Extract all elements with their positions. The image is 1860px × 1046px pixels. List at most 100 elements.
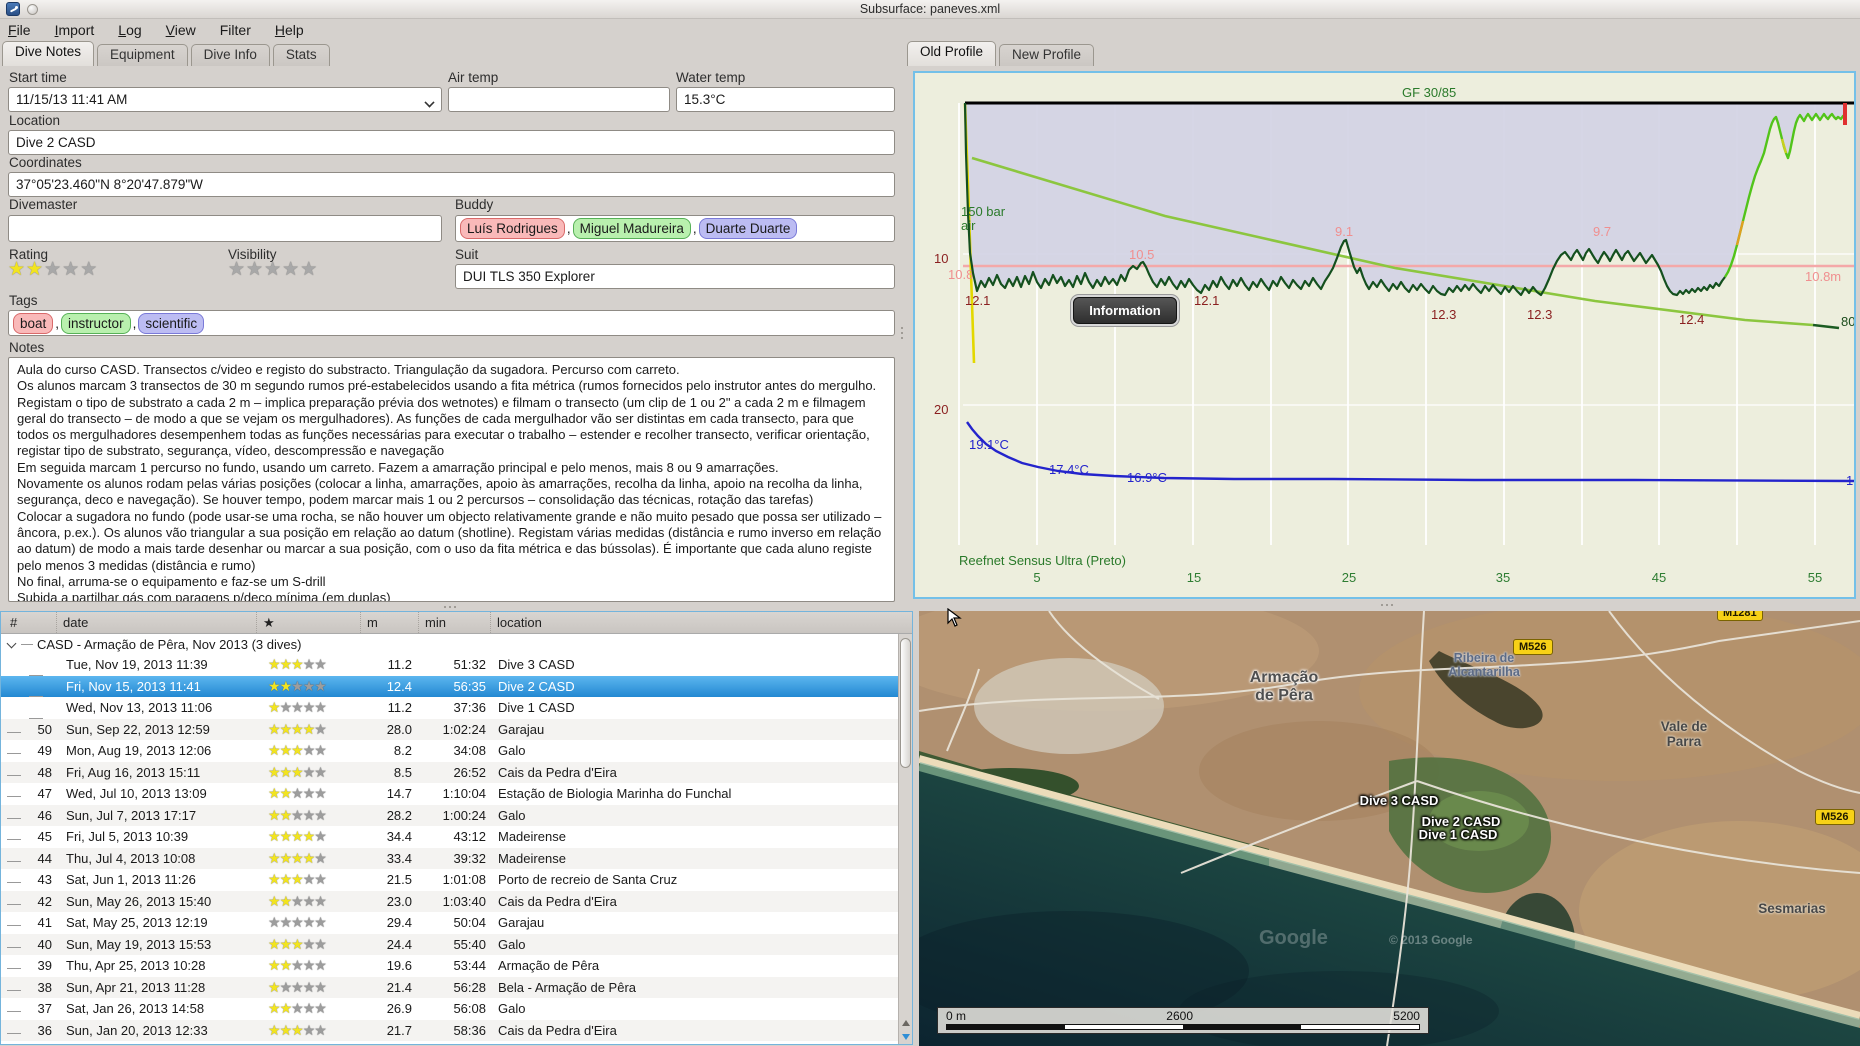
svg-text:5: 5 [1033,570,1040,585]
start-time-select[interactable]: 11/15/13 11:41 AM [8,87,442,112]
map-marker-dive-3[interactable]: Dive 3 CASD [1339,793,1459,808]
dive-list-scrollbar[interactable] [898,634,912,1044]
star-icon[interactable]: ★ [80,259,98,280]
map-watermark: Google [1259,927,1328,949]
map-marker-dive-1[interactable]: Dive 1 CASD [1398,827,1518,842]
tab-dive-info[interactable]: Dive Info [190,44,270,66]
notes-textarea[interactable]: Aula do curso CASD. Transectos c/video e… [8,357,895,602]
dive-row[interactable]: 42 Sun, May 26, 2013 15:40 ★★★★★ 23.0 1:03:4… [1,890,898,912]
svg-text:16: 16 [1846,473,1854,488]
scroll-down-button[interactable] [899,1030,912,1044]
col-header-location[interactable]: location [490,612,912,633]
tab-new-profile[interactable]: New Profile [999,44,1095,66]
col-header-depth[interactable]: m [360,612,418,633]
svg-text:25: 25 [1342,570,1356,585]
dive-row[interactable]: 43 Sat, Jun 1, 2013 11:26 ★★★★★ 21.5 1:01:08… [1,869,898,891]
dive-row[interactable]: 48 Fri, Aug 16, 2013 15:11 ★★★★★ 8.5 26:52 Ca… [1,761,898,783]
star-icon[interactable]: ★ [264,259,282,280]
profile-chart-svg: GF 30/85150 barair8010.8m10.8102012.112.… [934,85,1854,585]
splitter-handle[interactable] [898,66,906,600]
dive-row[interactable]: 39 Thu, Apr 25, 2013 10:28 ★★★★★ 19.6 53:44 A… [1,955,898,977]
col-header-rating[interactable]: ★ [256,612,360,633]
dive-row[interactable]: Wed, Nov 13, 2013 11:06 ★★★★★ 11.2 37:36 Div… [1,697,898,719]
tags-input[interactable]: boat, instructor, scientific [8,310,895,336]
scroll-up-button[interactable] [899,1016,912,1030]
scrollbar-thumb[interactable] [900,638,911,768]
dive-row[interactable]: 41 Sat, May 25, 2013 12:19 ★★★★★ 29.4 50:04 G… [1,912,898,934]
dive-row[interactable]: 37 Sat, Jan 26, 2013 14:58 ★★★★★ 26.9 56:08 G… [1,998,898,1020]
dive-profile-chart[interactable]: GF 30/85150 barair8010.8m10.8102012.112.… [913,71,1856,599]
dive-list-header[interactable]: # date ★ m min location [1,612,912,634]
visibility-stars[interactable]: ★★★★★ [228,258,318,281]
menu-file[interactable]: File [8,22,31,38]
left-tab-bar: Dive Notes Equipment Dive Info Stats [2,41,333,66]
menu-help[interactable]: Help [275,22,304,38]
svg-text:15: 15 [1187,570,1201,585]
notes-label: Notes [9,340,45,355]
buddy-chip[interactable]: Duarte Duarte [698,218,798,239]
col-header-num[interactable]: # [1,612,56,633]
splitter-handle[interactable] [913,600,1860,609]
star-icon[interactable]: ★ [282,259,300,280]
trip-group-row[interactable]: CASD - Armação de Pêra, Nov 2013 (3 dive… [1,634,898,654]
tag-chip[interactable]: instructor [61,312,131,334]
dive-row[interactable]: 44 Thu, Jul 4, 2013 10:08 ★★★★★ 33.4 39:32 Ma… [1,847,898,869]
star-icon[interactable]: ★ [300,259,318,280]
divemaster-label: Divemaster [9,197,78,212]
dive-row[interactable]: 49 Mon, Aug 19, 2013 12:06 ★★★★★ 8.2 34:08 Ga… [1,740,898,762]
tab-equipment[interactable]: Equipment [97,44,188,66]
star-icon[interactable]: ★ [8,259,26,280]
suit-input[interactable]: DUI TLS 350 Explorer [455,264,895,289]
col-header-duration[interactable]: min [418,612,490,633]
buddy-chip[interactable]: Luís Rodrigues [460,218,565,239]
buddy-chip[interactable]: Miguel Madureira [572,218,691,239]
star-icon[interactable]: ★ [62,259,80,280]
tag-chip[interactable]: boat [13,312,54,334]
svg-text:55: 55 [1808,570,1822,585]
star-icon[interactable]: ★ [26,259,44,280]
star-icon[interactable]: ★ [246,259,264,280]
scale-start: 0 m [946,1009,967,1023]
tab-dive-notes[interactable]: Dive Notes [2,41,95,66]
splitter-handle[interactable] [0,602,900,611]
coordinates-input[interactable]: 37°05'23.460"N 8°20'47.879"W [8,172,895,197]
map-label-town: Armação de Pêra [1249,669,1319,704]
location-input[interactable]: Dive 2 CASD [8,130,895,155]
dive-row[interactable]: 45 Fri, Jul 5, 2013 10:39 ★★★★★ 34.4 43:12 Ma… [1,826,898,848]
menu-view[interactable]: View [166,22,196,38]
menu-filter[interactable]: Filter [220,22,251,38]
arrow-down-icon [902,1034,910,1040]
road-badge-m1281: M1281 [1717,611,1763,621]
dive-row[interactable]: 46 Sun, Jul 7, 2013 17:17 ★★★★★ 28.2 1:00:24… [1,804,898,826]
dive-row[interactable]: 36 Sun, Jan 20, 2013 12:33 ★★★★★ 21.7 58:36 C… [1,1019,898,1041]
information-button[interactable]: Information [1073,297,1177,324]
svg-text:10.5: 10.5 [1129,247,1154,262]
tab-stats[interactable]: Stats [272,44,330,66]
dive-row[interactable]: 40 Sun, May 19, 2013 15:53 ★★★★★ 24.4 55:40 G… [1,933,898,955]
expander-icon[interactable] [7,639,17,649]
menu-import[interactable]: Import [55,22,95,38]
road-badge-m526: M526 [1815,809,1855,825]
tab-old-profile[interactable]: Old Profile [907,41,997,66]
dive-site-map[interactable]: Armação de Pêra Ribeira de Alcantarilha … [919,611,1860,1046]
scale-end: 5200 [1393,1009,1420,1023]
divemaster-input[interactable] [8,215,442,242]
trip-group-label: CASD - Armação de Pêra, Nov 2013 (3 dive… [37,636,302,652]
location-label: Location [9,113,61,128]
buddy-input[interactable]: Luís Rodrigues, Miguel Madureira, Duarte… [455,215,895,242]
water-temp-input[interactable]: 15.3°C [676,87,895,112]
star-icon[interactable]: ★ [44,259,62,280]
app-icon [6,2,20,16]
star-icon[interactable]: ★ [228,259,246,280]
menu-log[interactable]: Log [118,22,141,38]
window-title: Subsurface: paneves.xml [859,2,1001,16]
dive-row[interactable]: 50 Sun, Sep 22, 2013 12:59 ★★★★★ 28.0 1:02:2… [1,718,898,740]
air-temp-input[interactable] [448,87,670,112]
col-header-date[interactable]: date [56,612,256,633]
dive-row[interactable]: 47 Wed, Jul 10, 2013 13:09 ★★★★★ 14.7 1:10:0… [1,783,898,805]
dive-row[interactable]: Tue, Nov 19, 2013 11:39 ★★★★★ 11.2 51:32 Div… [1,654,898,676]
rating-stars[interactable]: ★★★★★ [8,258,98,281]
dive-row[interactable]: 38 Sun, Apr 21, 2013 11:28 ★★★★★ 21.4 56:28 B… [1,976,898,998]
tag-chip[interactable]: scientific [138,312,205,334]
dive-row[interactable]: Fri, Nov 15, 2013 11:41 ★★★★★ 12.4 56:35 Div… [1,675,898,698]
